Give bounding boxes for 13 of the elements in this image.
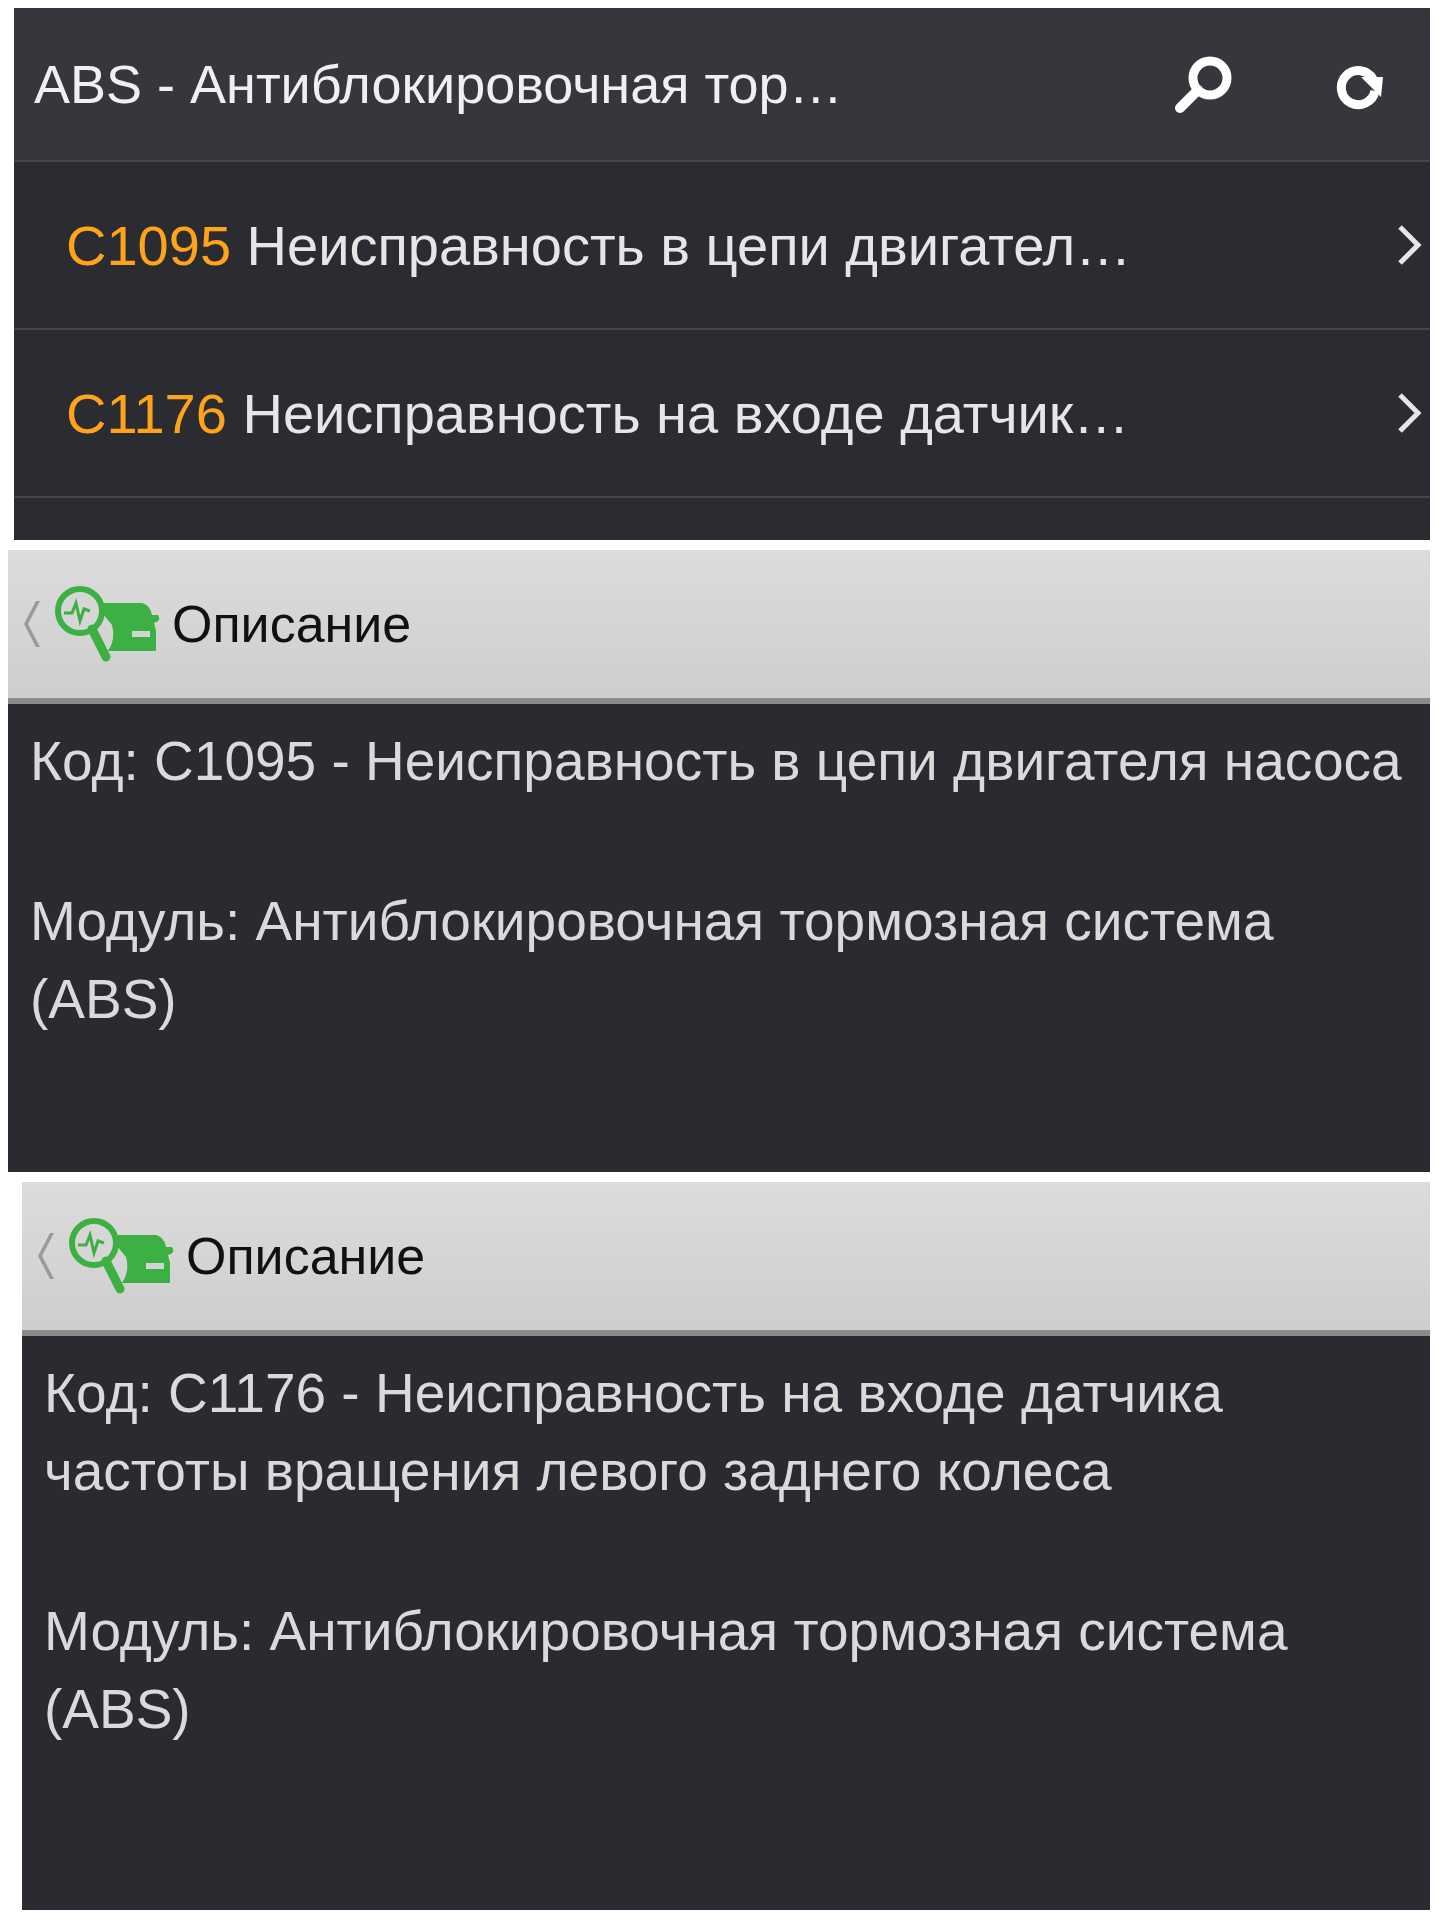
description-text: Модуль: Антиблокировочная тормозная система (ABS) bbox=[30, 889, 1275, 1032]
fault-code-text: C1176 Неисправность на входе датчик… bbox=[66, 380, 1131, 446]
description-text: Код: C1095 - Неисправность в цепи двигателя насоса bbox=[30, 729, 1403, 794]
fault-code-row[interactable]: C1095 Неисправность в цепи двигател… bbox=[14, 162, 1430, 330]
chevron-right-icon bbox=[1396, 223, 1422, 267]
description-text: Код: C1176 - Неисправность на входе датчика частоты вращения левого заднего колеса bbox=[44, 1361, 1224, 1504]
description-title: Описание bbox=[186, 1226, 426, 1286]
fault-code-text: C1095 Неисправность в цепи двигател… bbox=[66, 212, 1133, 278]
screen-title: ABS - Антиблокировочная тор… bbox=[34, 53, 844, 115]
description-title: Описание bbox=[172, 594, 412, 654]
chevron-right-icon bbox=[1396, 391, 1422, 435]
description-text: Модуль: Антиблокировочная тормозная система (ABS) bbox=[44, 1599, 1289, 1742]
fault-code-row[interactable]: C1176 Неисправность на входе датчик… bbox=[14, 330, 1430, 498]
